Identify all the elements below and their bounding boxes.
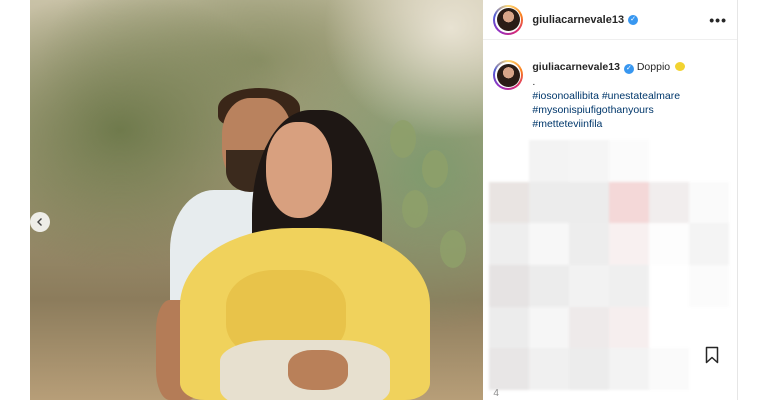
caption-text: Doppio [636,61,671,73]
pixel-block [569,181,610,224]
pixel-block [649,140,690,182]
pixel-block [689,140,730,182]
header-username[interactable]: giuliacarnevale13 [532,14,624,26]
pixel-block [689,306,730,349]
pixel-block [489,223,530,265]
pixel-block [489,140,530,182]
caption-body: giuliacarnevale13 ✓ Doppio . #iosonoallib… [532,60,686,131]
pixel-block [529,223,570,265]
post-card: giuliacarnevale13 ✓ ••• giuliacarnevale1… [30,0,738,400]
post-photo[interactable] [30,0,484,400]
pixel-block [649,348,690,390]
pixel-block [689,223,730,265]
likes-count-partial[interactable]: 4 [493,388,499,399]
pixel-block [489,306,530,349]
pixel-block [649,265,690,307]
pixel-block [529,140,570,182]
photo-cactus [440,230,466,268]
pixel-block [489,181,530,224]
avatar-image [496,8,520,31]
caption-avatar[interactable] [493,60,524,90]
pixel-block [529,265,570,307]
photo-cactus [402,190,428,228]
photo-hand [288,350,348,390]
pixel-block [569,223,610,265]
verified-badge-icon: ✓ [628,14,639,25]
pixel-block [529,348,570,390]
pixelated-comments-area [489,140,730,390]
pixel-block [569,140,610,182]
lemon-emoji-icon [675,62,686,71]
caption-dot: . [532,76,536,88]
more-options-icon[interactable]: ••• [709,12,727,28]
pixel-block [609,181,650,224]
photo-cactus [390,120,416,158]
post-sidebar: giuliacarnevale13 ✓ ••• giuliacarnevale1… [483,0,737,400]
pixel-block [529,306,570,349]
caption-username[interactable]: giuliacarnevale13 [532,61,620,73]
hashtag-line[interactable]: #mysonispiufigothanyours [532,103,685,117]
pixel-block [689,265,730,307]
pixel-block [649,181,690,224]
pixel-block [569,306,610,349]
pixel-block [569,348,610,390]
post-header: giuliacarnevale13 ✓ ••• [483,0,737,40]
chevron-left-icon[interactable] [30,212,50,232]
hashtag-line[interactable]: #metteteviinfila [532,117,685,131]
avatar[interactable] [493,4,524,35]
avatar-image [496,63,520,87]
hashtag-line[interactable]: #iosonoallibita #unestatealmare [532,89,685,103]
pixel-block [649,223,690,265]
pixel-block [489,348,530,390]
pixel-block [689,181,730,224]
pixel-block [489,265,530,307]
pixel-block [609,140,650,182]
pixel-block [569,265,610,307]
photo-woman-face [266,122,332,218]
avatar-ring [495,62,522,88]
pixel-block [609,306,650,349]
pixel-block [609,223,650,265]
pixel-block [649,306,690,349]
caption: giuliacarnevale13 ✓ Doppio . #iosonoallib… [483,40,737,131]
photo-cactus [422,150,448,188]
instagram-post-view: giuliacarnevale13 ✓ ••• giuliacarnevale1… [0,0,768,400]
avatar-ring [495,6,522,33]
pixel-block [609,265,650,307]
verified-badge-icon: ✓ [623,63,634,74]
pixel-block [609,348,650,390]
pixel-block [529,181,570,224]
bookmark-icon[interactable] [705,346,719,364]
